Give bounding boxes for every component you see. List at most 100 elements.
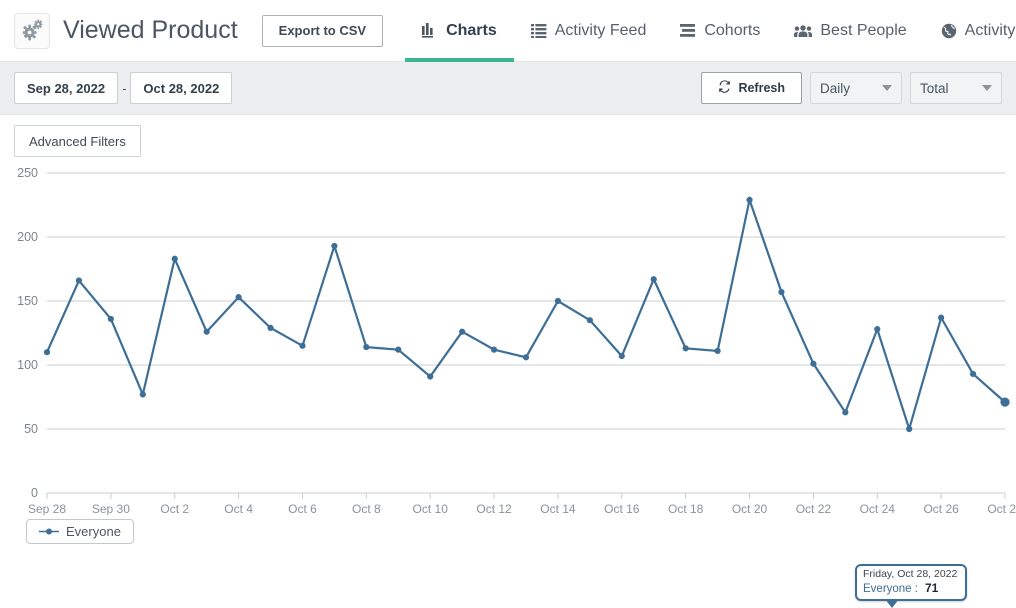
data-point[interactable] <box>427 373 433 379</box>
legend-item-label: Everyone <box>66 524 121 539</box>
tooltip-value: 71 <box>925 581 938 595</box>
data-point[interactable] <box>523 354 529 360</box>
interval-select[interactable]: Daily <box>810 72 902 104</box>
x-axis-tick-label: Sep 30 <box>92 502 130 515</box>
tooltip-title: Friday, Oct 28, 2022 <box>863 568 959 581</box>
x-axis-tick-label: Oct 4 <box>224 502 253 515</box>
metric-select[interactable]: Total <box>910 72 1002 104</box>
data-point[interactable] <box>715 348 721 354</box>
x-axis-tick-label: Oct 28 <box>987 502 1016 515</box>
data-point[interactable] <box>683 345 689 351</box>
tab-charts[interactable]: Charts <box>405 0 514 62</box>
series-line-everyone <box>47 200 1005 429</box>
data-point[interactable] <box>587 317 593 323</box>
chart-gridlines <box>47 173 1005 493</box>
data-point[interactable] <box>299 343 305 349</box>
chart-tooltip: Friday, Oct 28, 2022 Everyone : 71 <box>855 564 967 601</box>
tab-activity-feed[interactable]: Activity Feed <box>514 0 664 62</box>
chevron-down-icon <box>982 85 992 91</box>
data-point[interactable] <box>331 243 337 249</box>
tab-best-people-label: Best People <box>820 22 906 40</box>
data-point[interactable] <box>938 315 944 321</box>
data-point[interactable] <box>810 361 816 367</box>
date-range-picker: Sep 28, 2022 - Oct 28, 2022 <box>14 72 232 104</box>
x-axis-tick-label: Oct 22 <box>796 502 832 515</box>
refresh-icon <box>718 80 731 96</box>
refresh-button[interactable]: Refresh <box>701 72 802 104</box>
advanced-filters-button[interactable]: Advanced Filters <box>14 125 141 157</box>
data-point[interactable] <box>555 298 561 304</box>
rows-icon <box>680 24 696 37</box>
chevron-down-icon <box>882 85 892 91</box>
legend-marker-icon <box>39 527 59 536</box>
tooltip-series-label: Everyone : <box>863 583 918 595</box>
data-point[interactable] <box>1000 398 1009 407</box>
tooltip-value-row: Everyone : 71 <box>863 581 959 596</box>
data-point[interactable] <box>267 325 273 331</box>
data-point[interactable] <box>140 391 146 397</box>
filters-row: Advanced Filters <box>0 115 1016 157</box>
date-range-end[interactable]: Oct 28, 2022 <box>130 72 232 104</box>
page-title: Viewed Product <box>63 16 238 45</box>
x-axis-tick-label: Oct 24 <box>860 502 896 515</box>
y-axis-tick-label: 250 <box>17 166 38 180</box>
chart-container: 050100150200250 Sep 28Sep 30Oct 2Oct 4Oc… <box>0 165 1016 515</box>
data-point[interactable] <box>651 276 657 282</box>
data-point[interactable] <box>395 347 401 353</box>
data-point[interactable] <box>236 294 242 300</box>
y-axis-tick-label: 0 <box>31 486 38 500</box>
data-point[interactable] <box>44 349 50 355</box>
date-range-separator: - <box>118 81 130 96</box>
tab-activity-map[interactable]: Activity Map <box>924 0 1016 62</box>
data-point[interactable] <box>76 277 82 283</box>
x-axis-tick-label: Oct 18 <box>668 502 704 515</box>
chart-toolbar: Sep 28, 2022 - Oct 28, 2022 Refresh Dail… <box>0 62 1016 115</box>
data-point[interactable] <box>874 326 880 332</box>
data-point[interactable] <box>108 316 114 322</box>
data-point[interactable] <box>970 371 976 377</box>
data-point[interactable] <box>778 289 784 295</box>
x-axis-tick-label: Oct 8 <box>352 502 381 515</box>
data-point[interactable] <box>491 347 497 353</box>
tab-activity-feed-label: Activity Feed <box>555 22 647 40</box>
chart-x-axis: Sep 28Sep 30Oct 2Oct 4Oct 6Oct 8Oct 10Oc… <box>28 493 1016 515</box>
interval-select-value: Daily <box>820 81 850 96</box>
metric-select-value: Total <box>920 81 949 96</box>
data-point[interactable] <box>842 409 848 415</box>
x-axis-tick-label: Oct 12 <box>476 502 512 515</box>
data-point[interactable] <box>172 256 178 262</box>
data-point[interactable] <box>906 426 912 432</box>
y-axis-tick-label: 50 <box>24 422 38 436</box>
x-axis-tick-label: Oct 20 <box>732 502 768 515</box>
data-point[interactable] <box>363 344 369 350</box>
data-point[interactable] <box>459 329 465 335</box>
export-to-csv-button[interactable]: Export to CSV <box>262 15 383 47</box>
bar-chart-icon <box>422 23 438 38</box>
chart-y-axis: 050100150200250 <box>17 166 38 500</box>
tab-best-people[interactable]: Best People <box>777 0 923 62</box>
x-axis-tick-label: Sep 28 <box>28 502 66 515</box>
gears-icon <box>14 13 50 49</box>
legend-item-everyone[interactable]: Everyone <box>26 519 134 544</box>
data-point[interactable] <box>204 329 210 335</box>
globe-icon <box>941 23 957 39</box>
tab-cohorts-label: Cohorts <box>704 22 760 40</box>
x-axis-tick-label: Oct 26 <box>923 502 959 515</box>
date-range-start[interactable]: Sep 28, 2022 <box>14 72 118 104</box>
data-point[interactable] <box>619 353 625 359</box>
y-axis-tick-label: 100 <box>17 358 38 372</box>
x-axis-tick-label: Oct 6 <box>288 502 317 515</box>
line-chart[interactable]: 050100150200250 Sep 28Sep 30Oct 2Oct 4Oc… <box>0 165 1016 515</box>
app-header: Viewed Product Export to CSV Charts <box>0 0 1016 62</box>
data-point[interactable] <box>746 197 752 203</box>
tab-cohorts[interactable]: Cohorts <box>663 0 777 62</box>
refresh-button-label: Refresh <box>738 81 785 95</box>
chart-legend: Everyone <box>0 515 1016 544</box>
tab-activity-map-label: Activity Map <box>965 22 1016 40</box>
x-axis-tick-label: Oct 10 <box>413 502 449 515</box>
people-icon <box>794 24 812 38</box>
y-axis-tick-label: 200 <box>17 230 38 244</box>
x-axis-tick-label: Oct 14 <box>540 502 576 515</box>
chart-series <box>44 197 1010 432</box>
x-axis-tick-label: Oct 16 <box>604 502 640 515</box>
